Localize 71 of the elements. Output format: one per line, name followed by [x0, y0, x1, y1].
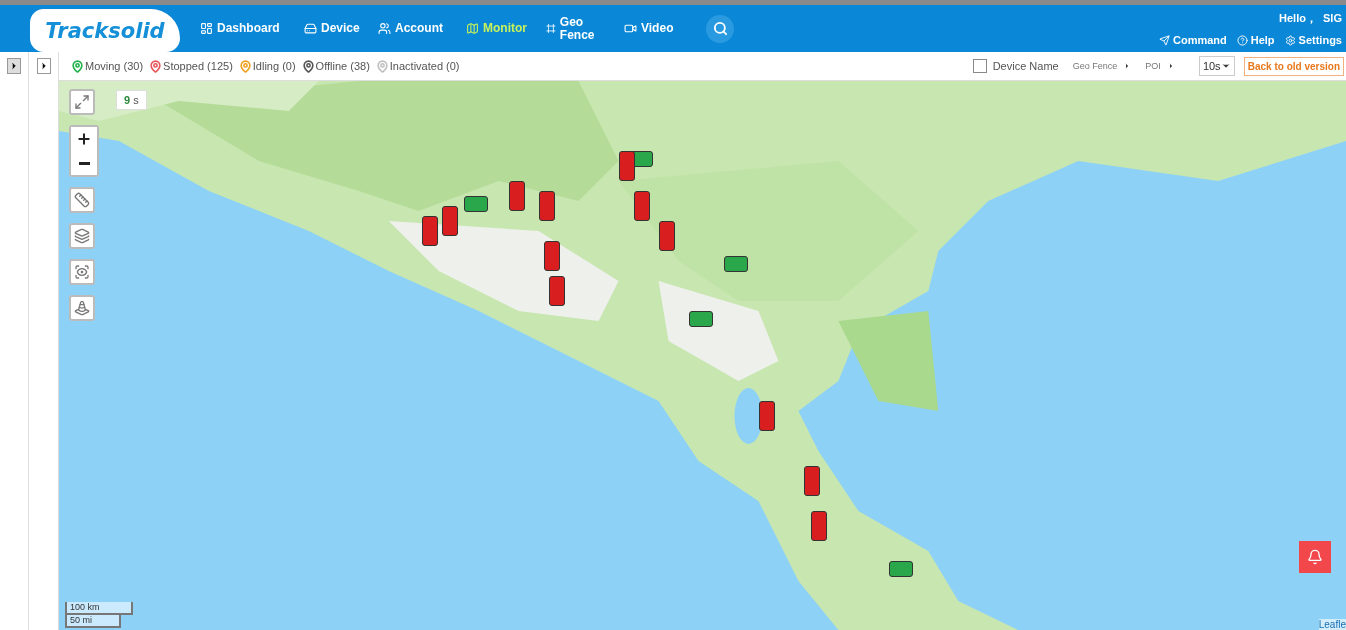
- minus-icon: [78, 161, 90, 165]
- drive-icon: [304, 22, 317, 35]
- vehicle-icon[interactable]: [759, 401, 775, 431]
- nav-tab[interactable]: Geo Fence: [546, 15, 606, 42]
- ruler-button[interactable]: [69, 187, 95, 213]
- vehicle-icon[interactable]: [464, 196, 488, 212]
- video-camera-icon: [624, 22, 637, 35]
- search-icon: [712, 21, 728, 36]
- scale-bar: 50 mi: [65, 615, 121, 628]
- status-filter[interactable]: Offline (38): [301, 59, 370, 73]
- vehicle-icon[interactable]: [889, 561, 913, 577]
- header-link[interactable]: Command: [1158, 34, 1227, 46]
- vehicle-icon[interactable]: [422, 216, 438, 246]
- nav-tab[interactable]: Account: [378, 22, 448, 35]
- expand-icon: [74, 94, 90, 110]
- frame-icon: [546, 22, 556, 35]
- scale-bar: 100 km: [65, 602, 133, 615]
- vehicle-icon[interactable]: [724, 256, 748, 272]
- vehicle-icon[interactable]: [619, 151, 635, 181]
- vehicle-icon[interactable]: [659, 221, 675, 251]
- paper-plane-icon: [1158, 34, 1170, 46]
- checkbox[interactable]: [972, 59, 987, 73]
- dashboard-icon: [200, 22, 213, 35]
- users-icon: [378, 22, 391, 35]
- header-link[interactable]: Help: [1236, 34, 1275, 46]
- vehicle-icon[interactable]: [509, 181, 525, 211]
- expand-button[interactable]: [7, 58, 21, 74]
- vehicle-icon[interactable]: [689, 311, 713, 327]
- status-filter[interactable]: Idling (0): [238, 59, 296, 73]
- traffic-cone-icon: [74, 300, 90, 316]
- checkbox-label: Device Name: [992, 60, 1059, 72]
- search-button[interactable]: [706, 14, 734, 43]
- tracksolid-logo[interactable]: Tracksolid: [30, 9, 180, 52]
- refresh-countdown: 9 s: [116, 90, 147, 110]
- ruler-icon: [74, 192, 90, 208]
- expand-button[interactable]: [36, 58, 51, 74]
- vehicle-icon[interactable]: [634, 191, 650, 221]
- settings-icon: [1284, 34, 1296, 46]
- map-icon: [466, 22, 479, 35]
- help-icon: [1236, 34, 1248, 46]
- caret-icon: [9, 61, 19, 71]
- street-view-button[interactable]: [69, 259, 95, 285]
- menu-dropdown[interactable]: Geo Fence: [1072, 61, 1132, 71]
- eye-icon: [74, 264, 90, 280]
- nav-tab[interactable]: Monitor: [466, 22, 528, 35]
- fullscreen-button[interactable]: [69, 89, 95, 115]
- nav-tab[interactable]: Device: [304, 22, 360, 35]
- old-version-button[interactable]: Back to old version: [1243, 56, 1344, 76]
- vehicle-icon[interactable]: [539, 191, 555, 221]
- traffic-button[interactable]: [69, 295, 95, 321]
- status-filter[interactable]: Inactivated (0): [375, 59, 460, 73]
- header-link[interactable]: Settings: [1284, 34, 1342, 46]
- layers-icon: [74, 228, 90, 244]
- caret-icon: [1220, 61, 1231, 71]
- vehicle-icon[interactable]: [804, 466, 820, 496]
- vehicle-icon[interactable]: [544, 241, 560, 271]
- greeting: Hello， SIG: [1279, 11, 1342, 26]
- alarm-button[interactable]: [1299, 541, 1331, 573]
- layers-button[interactable]: [69, 223, 95, 249]
- status-filter[interactable]: Moving (30): [71, 59, 144, 73]
- nav-tab[interactable]: Dashboard: [200, 22, 286, 35]
- bell-icon: [1307, 549, 1323, 565]
- status-filter[interactable]: Stopped (125): [149, 59, 233, 73]
- vehicle-icon[interactable]: [549, 276, 565, 306]
- vehicle-icon[interactable]: [811, 511, 827, 541]
- vehicle-icon[interactable]: [442, 206, 458, 236]
- interval-select[interactable]: 10s: [1198, 56, 1235, 76]
- menu-dropdown[interactable]: POI: [1145, 61, 1175, 71]
- attribution-link[interactable]: Leafle: [1318, 619, 1346, 630]
- plus-icon: [76, 131, 92, 147]
- nav-tab[interactable]: Video: [624, 22, 684, 35]
